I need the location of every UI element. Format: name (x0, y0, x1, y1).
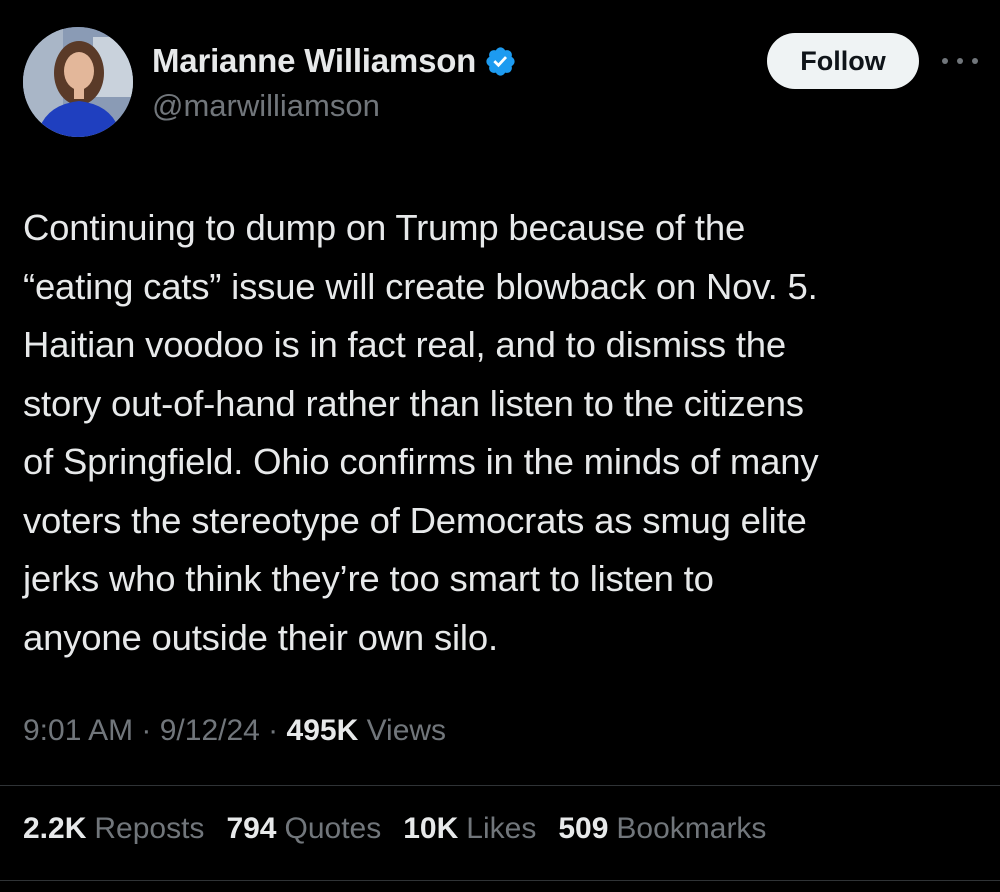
engagement-stats: 2.2K Reposts 794 Quotes 10K Likes 509 Bookma… (23, 812, 788, 846)
tweet-meta: 9:01 AM · 9/12/24 · 495K Views (23, 714, 446, 748)
author-handle[interactable]: @marwilliamson (152, 88, 380, 124)
reposts-stat[interactable]: 2.2K Reposts (23, 812, 204, 846)
divider (0, 785, 1000, 786)
follow-button[interactable]: Follow (767, 33, 919, 89)
quotes-count: 794 (226, 812, 277, 845)
likes-stat[interactable]: 10K Likes (403, 812, 536, 846)
dot (957, 58, 963, 64)
meta-separator: · (259, 714, 287, 747)
verified-badge-icon (484, 45, 517, 78)
reposts-label: Reposts (94, 812, 205, 845)
reposts-count: 2.2K (23, 812, 87, 845)
dot (972, 58, 978, 64)
author-row: Marianne Williamson (152, 40, 517, 82)
bookmarks-count: 509 (558, 812, 609, 845)
bookmarks-stat[interactable]: 509 Bookmarks (558, 812, 766, 846)
quotes-stat[interactable]: 794 Quotes (226, 812, 381, 846)
likes-count: 10K (403, 812, 459, 845)
meta-separator: · (133, 714, 160, 747)
quotes-label: Quotes (284, 812, 382, 845)
tweet-date[interactable]: 9/12/24 (160, 714, 260, 747)
more-options-icon[interactable] (942, 46, 978, 76)
avatar[interactable] (23, 27, 133, 137)
dot (942, 58, 948, 64)
bookmarks-label: Bookmarks (616, 812, 767, 845)
divider (0, 880, 1000, 881)
tweet-text: Continuing to dump on Trump because of t… (23, 207, 819, 658)
views-label: Views (358, 714, 447, 747)
tweet-time[interactable]: 9:01 AM (23, 714, 133, 747)
likes-label: Likes (466, 812, 537, 845)
views-count: 495K (286, 714, 359, 747)
author-name[interactable]: Marianne Williamson (152, 42, 476, 80)
